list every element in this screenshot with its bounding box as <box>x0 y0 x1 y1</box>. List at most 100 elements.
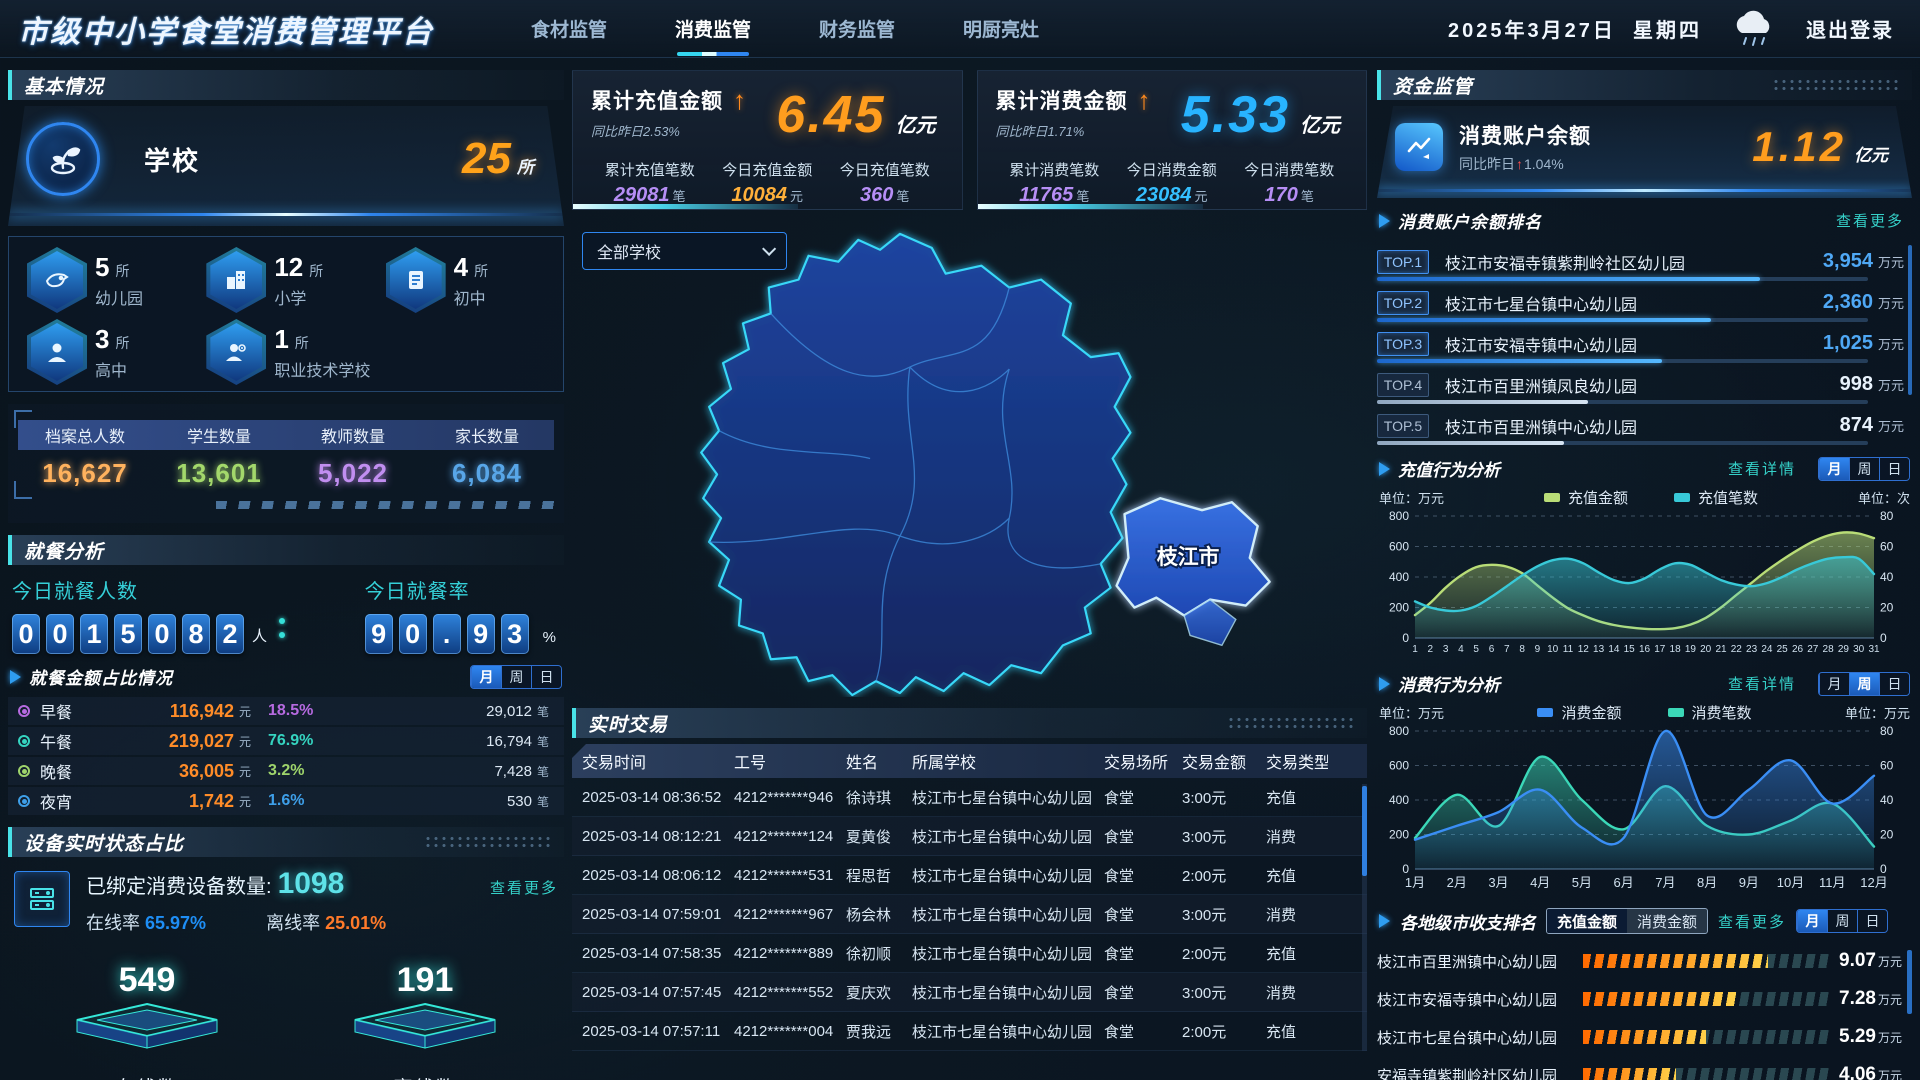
device-more-link[interactable]: 查看更多 <box>490 877 558 935</box>
triangle-icon <box>1379 677 1390 691</box>
svg-text:26: 26 <box>1792 644 1804 655</box>
svg-text:8: 8 <box>1519 644 1525 655</box>
period-tab[interactable]: 周 <box>1849 458 1879 480</box>
period-tab[interactable]: 周 <box>501 666 531 688</box>
stat-value: 6,084 <box>420 458 554 489</box>
transaction-row: 2025-03-14 08:36:52 4212*******946 徐诗琪 枝… <box>572 778 1367 817</box>
svg-text:11月: 11月 <box>1819 875 1846 890</box>
legend-recharge-amount: 充值金额 <box>1544 487 1628 508</box>
toggle-option[interactable]: 消费金额 <box>1627 909 1707 933</box>
type-junior: 4所 初中 <box>376 251 555 309</box>
triangle-icon <box>10 670 21 684</box>
section-transactions: 实时交易 <box>572 708 1367 738</box>
stat-label: 教师数量 <box>286 423 420 447</box>
svg-text:7月: 7月 <box>1655 875 1675 890</box>
period-tab[interactable]: 日 <box>1879 458 1909 480</box>
svg-text:5: 5 <box>1473 644 1479 655</box>
svg-text:27: 27 <box>1807 644 1819 655</box>
tx-place: 食堂 <box>1094 865 1172 886</box>
nav-item[interactable]: 食材监管 <box>529 9 609 48</box>
period-tab[interactable]: 月 <box>1819 458 1849 480</box>
ranking-scrollbar[interactable] <box>1908 245 1912 395</box>
consume-detail-link[interactable]: 查看详情 <box>1728 673 1796 694</box>
svg-text:3: 3 <box>1443 644 1449 655</box>
meal-row: 早餐 116,942 元 18.5% 29,012 笔 <box>8 697 564 725</box>
meal-row: 晚餐 36,005 元 3.2% 7,428 笔 <box>8 757 564 785</box>
svg-text:1月: 1月 <box>1405 875 1425 890</box>
city-value: 5.29 <box>1839 1026 1876 1048</box>
meal-count: 16,794 <box>486 733 532 750</box>
city-scrollbar[interactable] <box>1907 950 1912 1014</box>
tx-time: 2025-03-14 08:06:12 <box>572 867 724 884</box>
rate-unit: % <box>543 629 556 646</box>
tx-name: 徐诗琪 <box>836 787 902 808</box>
period-tab[interactable]: 月 <box>1819 673 1849 695</box>
offline-count: 191 <box>330 961 520 1000</box>
tx-amount: 3:00元 <box>1172 826 1256 847</box>
online-rate: 在线率 65.97% <box>86 909 206 935</box>
school-filter-dropdown[interactable]: 全部学校 <box>582 232 787 270</box>
svg-text:60: 60 <box>1880 759 1894 773</box>
svg-text:200: 200 <box>1389 601 1409 615</box>
chevron-down-icon <box>762 242 776 256</box>
nav-item[interactable]: 财务监管 <box>817 9 897 48</box>
svg-text:20: 20 <box>1700 644 1712 655</box>
card-substat: 今日消费笔数170笔 <box>1231 159 1349 207</box>
nav-item[interactable]: 消费监管 <box>673 9 753 48</box>
triangle-icon <box>1379 214 1390 228</box>
tx-school: 枝江市七星台镇中心幼儿园 <box>902 1021 1094 1042</box>
tx-name: 夏庆欢 <box>836 982 902 1003</box>
rank-unit: 万元 <box>1878 416 1904 435</box>
city-value-unit: 万元 <box>1878 953 1902 970</box>
tx-id: 4212*******946 <box>724 789 836 806</box>
city-map: 全部学校 <box>572 220 1367 698</box>
rank-school-name: 枝江市七星台镇中心幼儿园 <box>1445 291 1637 315</box>
period-tab[interactable]: 周 <box>1849 673 1879 695</box>
period-tab[interactable]: 周 <box>1827 910 1857 932</box>
period-tab[interactable]: 月 <box>1797 910 1827 932</box>
svg-text:28: 28 <box>1823 644 1835 655</box>
period-tab[interactable]: 月 <box>471 666 501 688</box>
meal-row: 夜宵 1,742 元 1.6% 530 笔 <box>8 787 564 815</box>
tx-name: 程思哲 <box>836 865 902 886</box>
city-value-unit: 万元 <box>1878 991 1902 1008</box>
meal-name: 早餐 <box>40 699 114 723</box>
meal-count-unit: 笔 <box>532 703 554 720</box>
school-icon <box>26 122 100 196</box>
svg-text:600: 600 <box>1389 540 1409 554</box>
hazard-stripes <box>216 501 554 509</box>
rank-value: 2,360 <box>1823 291 1873 314</box>
meal-period-tabs: 月周日 <box>470 665 562 689</box>
city-more-link[interactable]: 查看更多 <box>1718 911 1786 932</box>
period-tab[interactable]: 日 <box>1857 910 1887 932</box>
offline-rate: 离线率 25.01% <box>266 909 386 935</box>
city-ranking-list: 枝江市百里洲镇中心幼儿园 9.07 万元 枝江市安福寺镇中心幼儿园 7.28 万… <box>1377 942 1912 1080</box>
recharge-detail-link[interactable]: 查看详情 <box>1728 458 1796 479</box>
bound-device-count: 1098 <box>278 867 345 900</box>
period-tab[interactable]: 日 <box>531 666 561 688</box>
svg-text:40: 40 <box>1880 570 1894 584</box>
rank-progress-fill <box>1377 318 1711 322</box>
svg-text:29: 29 <box>1838 644 1850 655</box>
tx-id: 4212*******967 <box>724 906 836 923</box>
rank-progress-fill <box>1377 400 1588 404</box>
nav-item[interactable]: 明厨亮灶 <box>961 9 1041 48</box>
tx-id: 4212*******552 <box>724 984 836 1001</box>
svg-text:7: 7 <box>1504 644 1510 655</box>
tx-school: 枝江市七星台镇中心幼儿园 <box>902 865 1094 886</box>
svg-text:200: 200 <box>1389 828 1409 842</box>
right-panel: 资金监管 消费账户余额 同比昨日↑1.04% 1.12亿元 消费账户余额排名 查… <box>1377 70 1912 1074</box>
logout-button[interactable]: 退出登录 <box>1806 14 1894 43</box>
map-region-label: 枝江市 <box>1157 545 1220 569</box>
meal-percent: 76.9% <box>268 732 338 750</box>
digit-box: 8 <box>182 614 210 654</box>
svg-text:80: 80 <box>1880 724 1894 738</box>
toggle-option[interactable]: 充值金额 <box>1547 909 1627 933</box>
rank-progress-fill <box>1377 441 1564 445</box>
table-scrollbar[interactable] <box>1362 784 1367 1051</box>
legend-consume-amount: 消费金额 <box>1537 702 1621 723</box>
ranking-more-link[interactable]: 查看更多 <box>1836 210 1904 231</box>
period-tab[interactable]: 日 <box>1879 673 1909 695</box>
stat-value: 5,022 <box>286 458 420 489</box>
map-svg[interactable]: 枝江市 <box>572 220 1367 697</box>
